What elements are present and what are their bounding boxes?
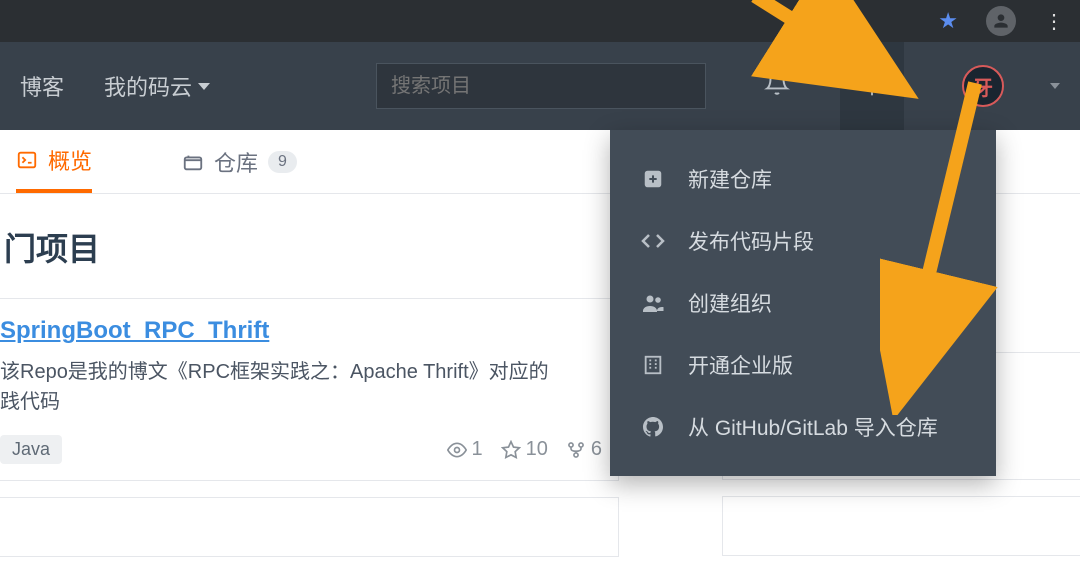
browser-menu-icon[interactable]: ⋮: [1044, 9, 1066, 34]
menu-item-label: 从 GitHub/GitLab 导入仓库: [688, 412, 938, 442]
plus-button[interactable]: [840, 42, 904, 130]
nav-blog[interactable]: 博客: [20, 70, 64, 102]
nav-my-gitee-label: 我的码云: [104, 70, 192, 102]
person-icon: [991, 11, 1011, 31]
bookmark-star-icon[interactable]: ★: [938, 8, 958, 34]
tab-overview[interactable]: 概览: [16, 130, 92, 193]
language-tag: Java: [0, 435, 62, 464]
repo-card-placeholder: [722, 496, 1080, 556]
repo-desc-line: 该Repo是我的博文《RPC框架实践之：Apache Thrift》对应的: [0, 361, 549, 383]
repo-icon: [182, 151, 204, 173]
menu-new-repo[interactable]: 新建仓库: [610, 148, 996, 210]
repo-card-placeholder: [0, 497, 619, 557]
menu-item-label: 开通企业版: [688, 350, 793, 380]
menu-import-github[interactable]: 从 GitHub/GitLab 导入仓库: [610, 396, 996, 458]
menu-item-label: 新建仓库: [688, 164, 772, 194]
menu-enterprise[interactable]: 开通企业版: [610, 334, 996, 396]
star-icon: [501, 440, 521, 460]
top-nav: 博客 我的码云 牙: [0, 42, 1080, 130]
users-icon: [640, 290, 666, 316]
repo-footer: Java 1 10 6: [0, 435, 602, 464]
menu-publish-snippet[interactable]: 发布代码片段: [610, 210, 996, 272]
repo-stats: 1 10 6: [447, 438, 603, 461]
eye-icon: [447, 440, 467, 460]
plus-dropdown-menu: 新建仓库 发布代码片段 创建组织 开通企业版 从 GitHub/GitLab 导…: [610, 130, 996, 476]
user-avatar[interactable]: 牙: [962, 65, 1004, 107]
repo-card: SpringBoot_RPC_Thrift 该Repo是我的博文《RPC框架实践…: [0, 298, 619, 481]
fork-icon: [566, 440, 586, 460]
code-icon: [640, 228, 666, 254]
caret-down-icon: [198, 83, 210, 90]
browser-profile-button[interactable]: [986, 6, 1016, 36]
menu-create-org[interactable]: 创建组织: [610, 272, 996, 334]
tab-repos-label: 仓库: [214, 146, 258, 178]
plus-square-icon: [640, 166, 666, 192]
forks-count: 6: [591, 438, 602, 461]
plus-icon: [858, 72, 886, 100]
nav-my-gitee[interactable]: 我的码云: [104, 70, 210, 102]
tab-overview-label: 概览: [48, 144, 92, 176]
menu-item-label: 发布代码片段: [688, 226, 814, 256]
stars-count: 10: [526, 438, 548, 461]
caret-down-icon: [1050, 83, 1060, 89]
stars-stat: 10: [501, 438, 548, 461]
search-input[interactable]: [376, 63, 706, 109]
tab-repos[interactable]: 仓库 9: [182, 130, 297, 193]
repo-desc-line: 践代码: [0, 391, 60, 413]
browser-titlebar: ★ ⋮: [0, 0, 1080, 42]
views-count: 1: [472, 438, 483, 461]
views-stat: 1: [447, 438, 483, 461]
github-icon: [640, 414, 666, 440]
repo-description: 该Repo是我的博文《RPC框架实践之：Apache Thrift》对应的 践代…: [0, 357, 602, 417]
repo-title-link[interactable]: SpringBoot_RPC_Thrift: [0, 317, 602, 345]
repos-count-badge: 9: [268, 151, 297, 173]
forks-stat: 6: [566, 438, 602, 461]
overview-icon: [16, 149, 38, 171]
building-icon: [640, 352, 666, 378]
bell-icon[interactable]: [764, 70, 790, 103]
menu-item-label: 创建组织: [688, 288, 772, 318]
